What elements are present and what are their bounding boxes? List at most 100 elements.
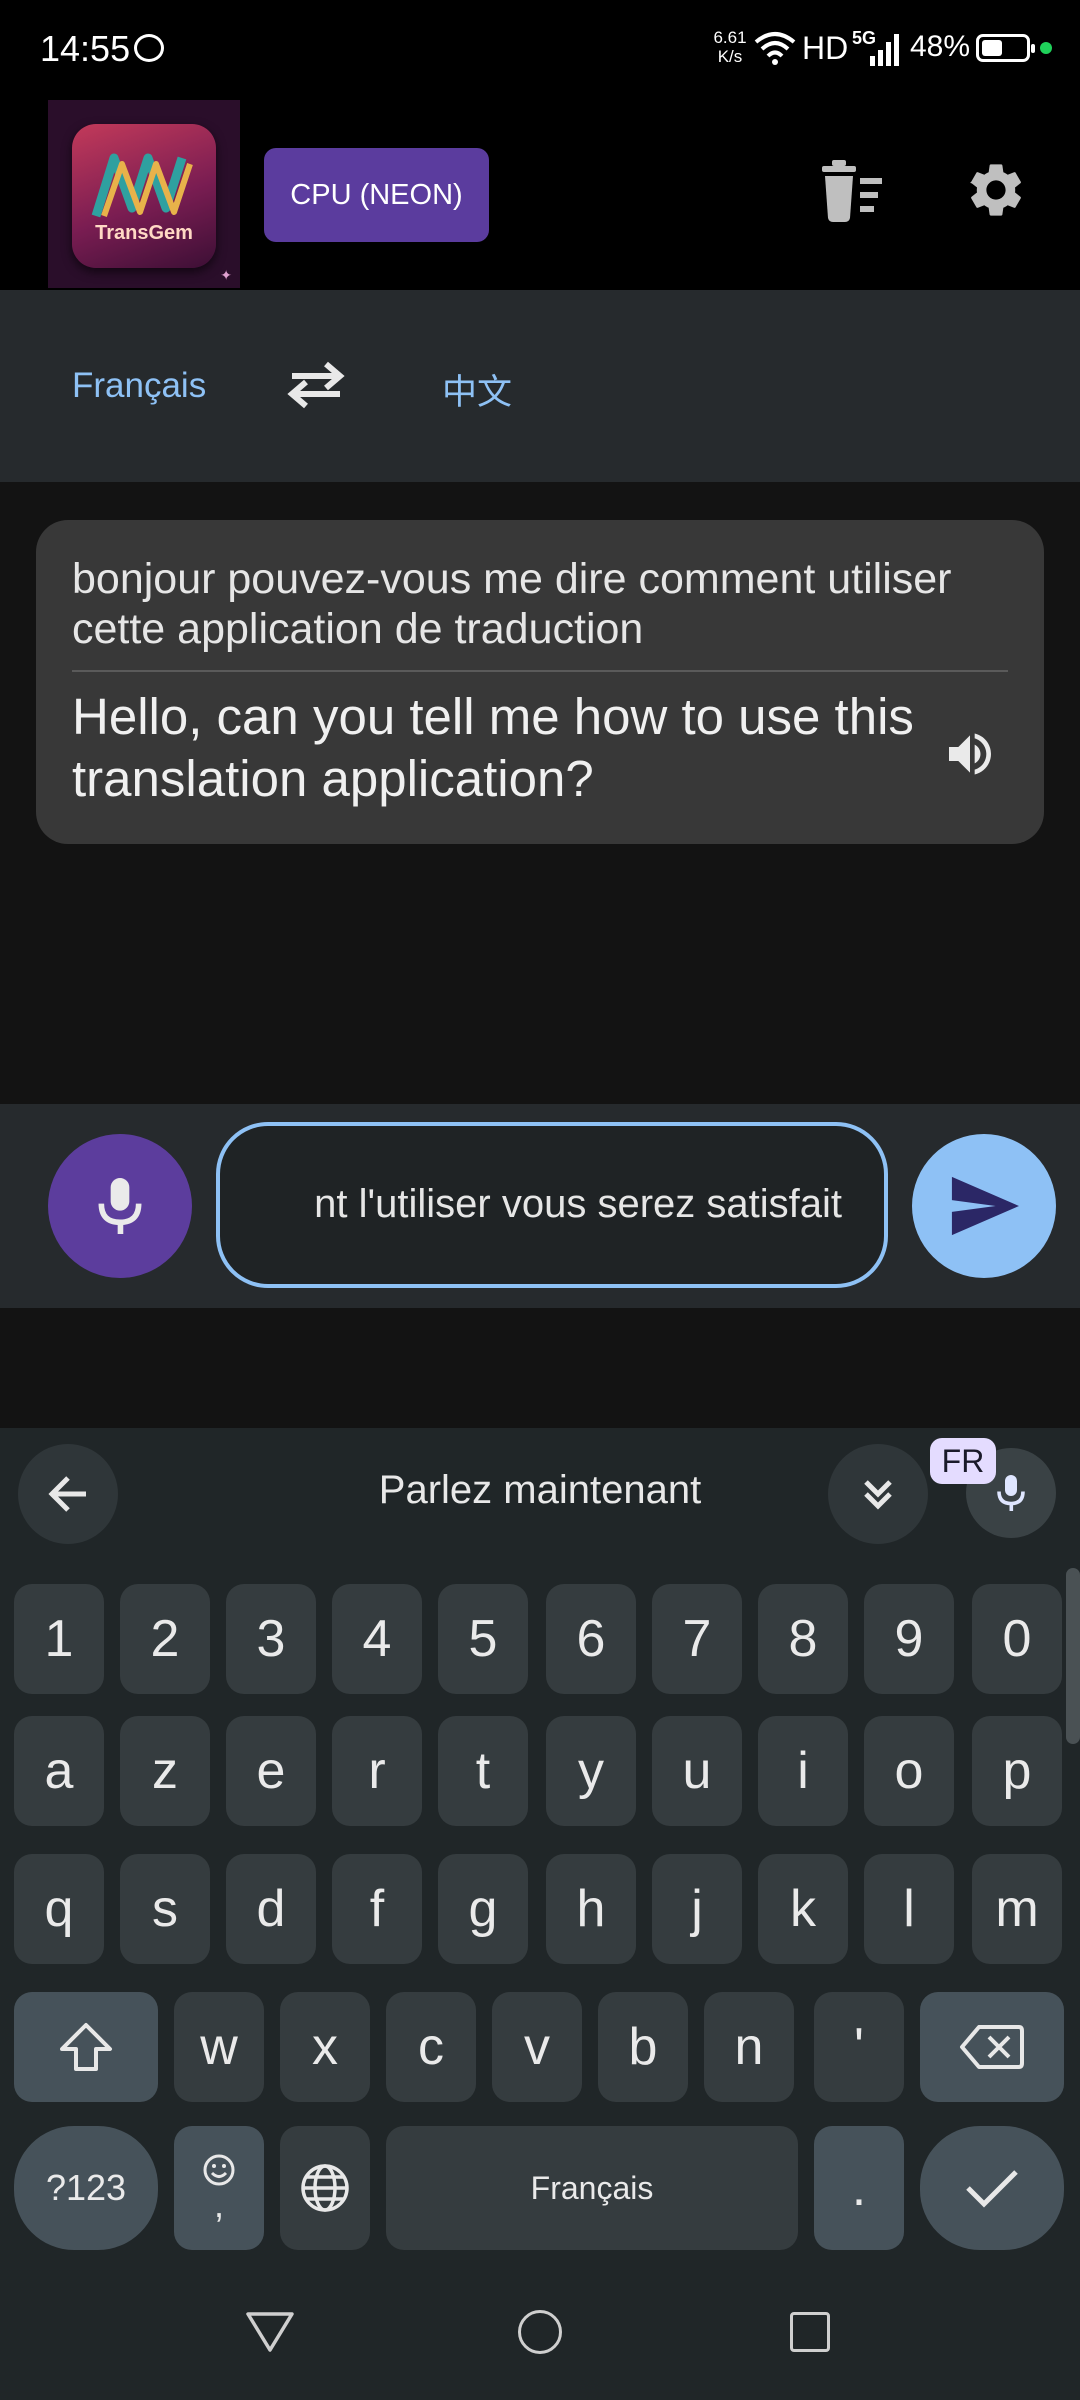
key[interactable]: 0 bbox=[972, 1584, 1062, 1694]
signal-icon bbox=[870, 34, 899, 66]
key[interactable]: m bbox=[972, 1854, 1062, 1964]
network-speed-unit: K/s bbox=[717, 47, 743, 66]
key[interactable]: c bbox=[386, 1992, 476, 2102]
input-row: nt l'utiliser vous serez satisfait bbox=[0, 1104, 1080, 1308]
globe-icon bbox=[301, 2164, 349, 2212]
key[interactable]: j bbox=[652, 1854, 742, 1964]
enter-key[interactable] bbox=[920, 2126, 1064, 2250]
soft-keyboard: Parlez maintenant FR 1 2 3 4 5 6 7 8 9 0… bbox=[0, 1428, 1080, 2400]
nav-recents-icon[interactable] bbox=[790, 2312, 830, 2352]
key[interactable]: y bbox=[546, 1716, 636, 1826]
message-input-value: nt l'utiliser vous serez satisfait bbox=[314, 1182, 842, 1226]
app-toolbar: TransGem ✦ CPU (NEON) bbox=[0, 98, 1080, 290]
key[interactable]: 1 bbox=[14, 1584, 104, 1694]
send-icon bbox=[951, 1176, 1019, 1236]
keyboard-collapse-button[interactable] bbox=[828, 1444, 928, 1544]
logo-text: TransGem bbox=[95, 222, 193, 244]
nav-back-icon[interactable] bbox=[244, 2310, 296, 2354]
key[interactable]: g bbox=[438, 1854, 528, 1964]
key[interactable]: 8 bbox=[758, 1584, 848, 1694]
key[interactable]: o bbox=[864, 1716, 954, 1826]
speaker-icon[interactable] bbox=[942, 726, 998, 782]
key[interactable]: 9 bbox=[864, 1584, 954, 1694]
shift-icon bbox=[60, 2023, 112, 2071]
key[interactable]: ' bbox=[814, 1992, 904, 2102]
key[interactable]: e bbox=[226, 1716, 316, 1826]
key[interactable]: w bbox=[174, 1992, 264, 2102]
network-speed-value: 6.61 bbox=[713, 28, 747, 47]
privacy-indicator-dot bbox=[1040, 42, 1052, 54]
key[interactable]: z bbox=[120, 1716, 210, 1826]
voice-status-text: Parlez maintenant bbox=[378, 1468, 702, 1512]
microphone-icon bbox=[997, 1475, 1025, 1511]
source-language-button[interactable]: Français bbox=[72, 366, 206, 406]
voice-input-button[interactable] bbox=[48, 1134, 192, 1278]
network-type: HD bbox=[802, 30, 849, 66]
emoji-key[interactable]: , bbox=[174, 2126, 264, 2250]
battery-icon bbox=[976, 34, 1035, 62]
status-bar: 14:55 6.61 K/s HD 5G 48% bbox=[0, 0, 1080, 98]
key[interactable]: 6 bbox=[546, 1584, 636, 1694]
checkmark-icon bbox=[966, 2170, 1018, 2208]
backend-button[interactable]: CPU (NEON) bbox=[264, 148, 489, 242]
send-button[interactable] bbox=[912, 1134, 1056, 1278]
key[interactable]: n bbox=[704, 1992, 794, 2102]
bubble-divider bbox=[72, 670, 1008, 672]
target-language-button[interactable]: 中文 bbox=[442, 364, 512, 415]
key[interactable]: a bbox=[14, 1716, 104, 1826]
backspace-key[interactable] bbox=[920, 1992, 1064, 2102]
shift-key[interactable] bbox=[14, 1992, 158, 2102]
period-key[interactable]: . bbox=[814, 2126, 904, 2250]
status-time: 14:55 bbox=[40, 28, 131, 69]
key[interactable]: k bbox=[758, 1854, 848, 1964]
nav-home-icon[interactable] bbox=[518, 2310, 562, 2354]
system-nav-bar bbox=[0, 2262, 1080, 2400]
source-text: bonjour pouvez-vous me dire comment util… bbox=[72, 555, 952, 653]
sparkle-icon: ✦ bbox=[220, 267, 232, 283]
key[interactable]: h bbox=[546, 1854, 636, 1964]
key[interactable]: p bbox=[972, 1716, 1062, 1826]
logo-m-mark bbox=[91, 153, 193, 218]
wifi-icon bbox=[754, 32, 796, 65]
double-chevron-down-icon bbox=[864, 1480, 892, 1510]
key[interactable]: v bbox=[492, 1992, 582, 2102]
gear-icon[interactable] bbox=[964, 158, 1028, 222]
key[interactable]: d bbox=[226, 1854, 316, 1964]
battery-fill bbox=[982, 40, 1002, 56]
key[interactable]: q bbox=[14, 1854, 104, 1964]
clear-history-icon[interactable] bbox=[818, 160, 884, 224]
backspace-icon bbox=[960, 2025, 1024, 2069]
key[interactable]: r bbox=[332, 1716, 422, 1826]
message-input[interactable]: nt l'utiliser vous serez satisfait bbox=[216, 1122, 888, 1288]
language-bar: Français 中文 bbox=[0, 290, 1080, 482]
language-switch-key[interactable] bbox=[280, 2126, 370, 2250]
key[interactable]: f bbox=[332, 1854, 422, 1964]
arrow-left-icon bbox=[48, 1476, 86, 1512]
swap-icon[interactable] bbox=[286, 356, 346, 412]
key[interactable]: 5 bbox=[438, 1584, 528, 1694]
app-logo: TransGem ✦ bbox=[48, 100, 240, 288]
key[interactable]: x bbox=[280, 1992, 370, 2102]
key[interactable]: t bbox=[438, 1716, 528, 1826]
key[interactable]: i bbox=[758, 1716, 848, 1826]
key[interactable]: 2 bbox=[120, 1584, 210, 1694]
emoji-icon bbox=[203, 2154, 235, 2186]
battery-percent: 48% bbox=[910, 30, 971, 63]
key[interactable]: 3 bbox=[226, 1584, 316, 1694]
symbols-key[interactable]: ?123 bbox=[14, 2126, 158, 2250]
key[interactable]: s bbox=[120, 1854, 210, 1964]
keyboard-scroll-handle[interactable] bbox=[1066, 1568, 1080, 1744]
comma-label: , bbox=[213, 2184, 224, 2225]
network-speed: 6.61 K/s bbox=[700, 28, 760, 66]
key[interactable]: 7 bbox=[652, 1584, 742, 1694]
key[interactable]: 4 bbox=[332, 1584, 422, 1694]
logo-badge: TransGem bbox=[72, 124, 216, 268]
key[interactable]: b bbox=[598, 1992, 688, 2102]
key[interactable]: l bbox=[864, 1854, 954, 1964]
translation-bubble: bonjour pouvez-vous me dire comment util… bbox=[36, 520, 1044, 844]
microphone-icon bbox=[98, 1178, 142, 1234]
keyboard-back-button[interactable] bbox=[18, 1444, 118, 1544]
key[interactable]: u bbox=[652, 1716, 742, 1826]
keyboard-language-badge: FR bbox=[930, 1438, 996, 1484]
space-key[interactable]: Français bbox=[386, 2126, 798, 2250]
